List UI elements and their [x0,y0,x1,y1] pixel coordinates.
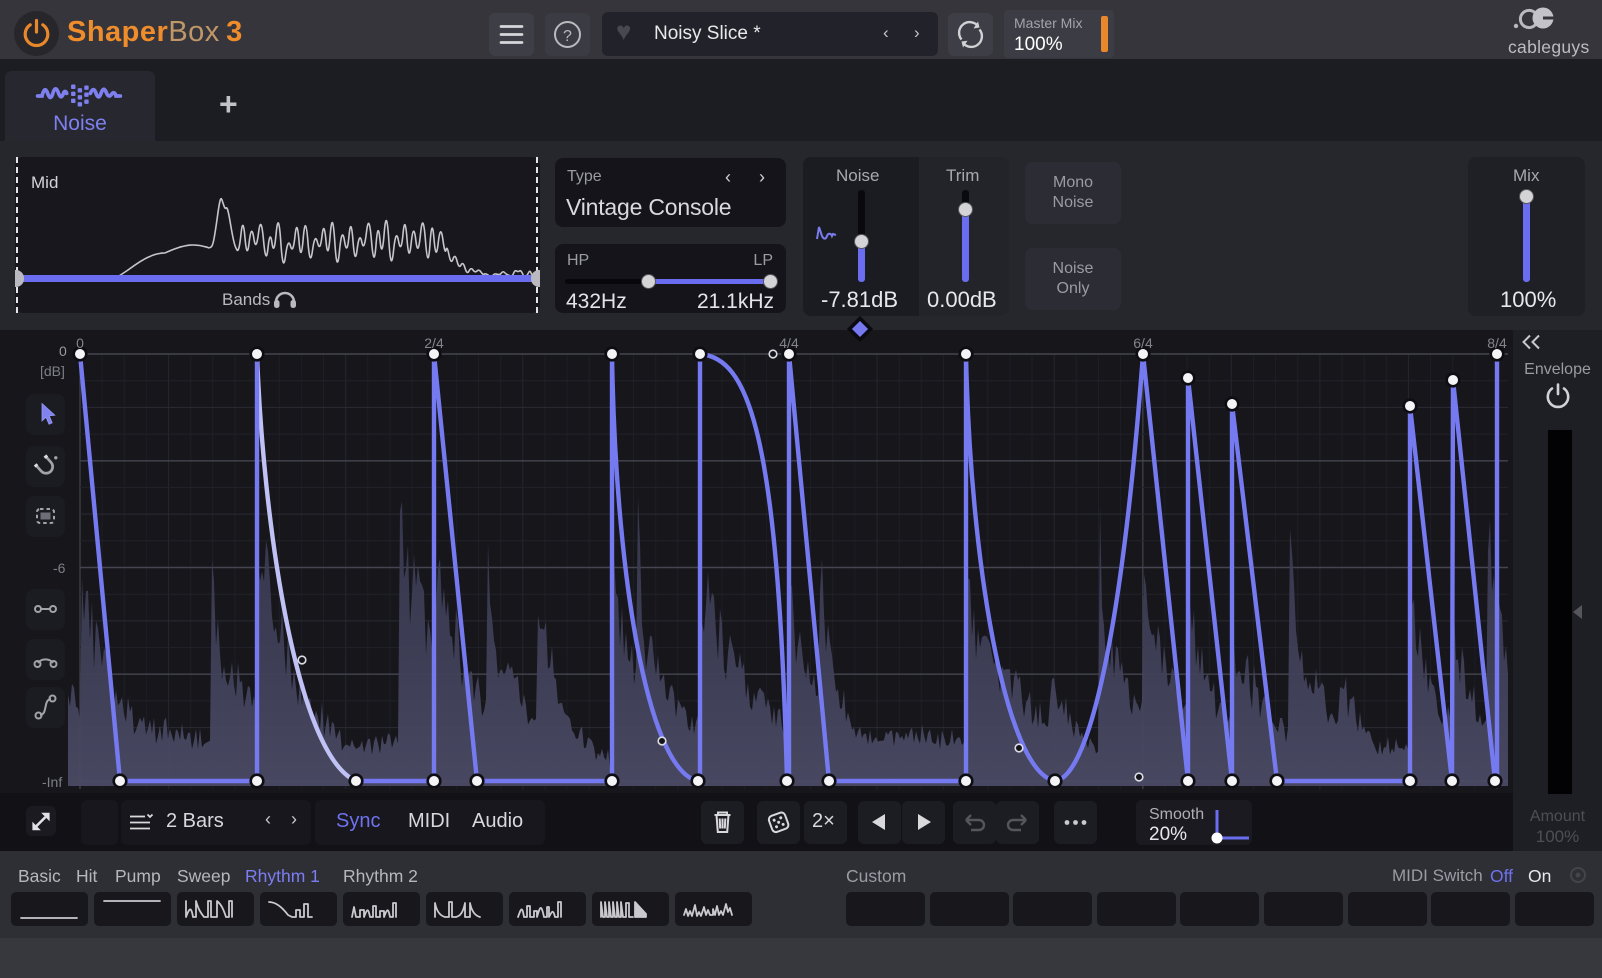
svg-text:?: ? [563,28,572,45]
